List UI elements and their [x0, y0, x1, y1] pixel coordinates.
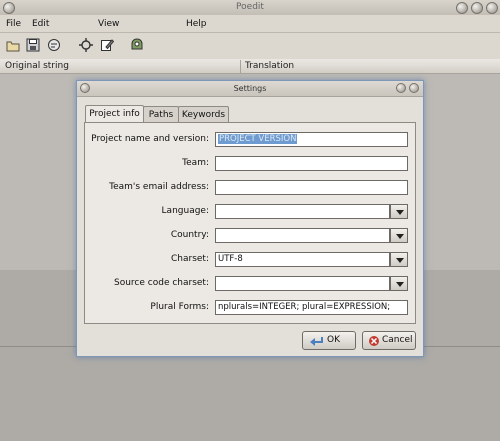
charset-dropdown-button[interactable]: [390, 252, 408, 267]
maximize-button[interactable]: [471, 2, 483, 14]
window-menu-button[interactable]: [3, 2, 15, 14]
cancel-button[interactable]: Cancel: [362, 331, 416, 350]
open-icon[interactable]: [6, 38, 20, 52]
dialog-close-button[interactable]: [409, 83, 419, 93]
country-dropdown-button[interactable]: [390, 228, 408, 243]
dialog-shade-button[interactable]: [396, 83, 406, 93]
language-combobox[interactable]: [215, 204, 390, 219]
ok-arrow-icon: [310, 337, 323, 346]
ok-button[interactable]: OK: [302, 331, 356, 350]
source-charset-label: Source code charset:: [114, 278, 209, 288]
chevron-down-icon: [396, 210, 404, 215]
country-label: Country:: [170, 230, 209, 240]
ok-label: OK: [327, 335, 340, 345]
main-window-title: Poedit: [236, 2, 264, 12]
toolbar: [0, 33, 500, 60]
cancel-label: Cancel: [382, 335, 413, 345]
chevron-down-icon: [396, 258, 404, 263]
team-label: Team:: [182, 158, 209, 168]
language-dropdown-button[interactable]: [390, 204, 408, 219]
source-charset-dropdown-button[interactable]: [390, 276, 408, 291]
charset-combobox[interactable]: UTF-8: [215, 252, 390, 267]
chevron-down-icon: [396, 282, 404, 287]
project-name-field[interactable]: PROJECT VERSION: [215, 132, 408, 147]
team-email-field[interactable]: [215, 180, 408, 195]
update-icon[interactable]: [130, 38, 144, 52]
source-charset-combobox[interactable]: [215, 276, 390, 291]
minimize-button[interactable]: [456, 2, 468, 14]
team-email-label: Team's email address:: [109, 182, 209, 192]
menu-file[interactable]: File: [6, 17, 21, 31]
project-name-label: Project name and version:: [91, 134, 209, 144]
menu-bar: [0, 15, 500, 33]
project-name-value: PROJECT VERSION: [218, 134, 298, 144]
close-button[interactable]: [486, 2, 498, 14]
validate-icon[interactable]: [79, 38, 93, 52]
edit-comment-icon[interactable]: [100, 38, 115, 52]
cancel-icon: [369, 336, 379, 346]
tab-keywords[interactable]: Keywords: [178, 106, 229, 123]
catalog-icon[interactable]: [47, 38, 61, 52]
column-original-string[interactable]: Original string: [5, 60, 69, 72]
project-info-panel: Project name and version: Team: Team's e…: [84, 122, 416, 324]
menu-help[interactable]: Help: [186, 17, 207, 31]
language-label: Language:: [161, 206, 209, 216]
save-icon[interactable]: [26, 38, 40, 52]
menu-edit[interactable]: Edit: [32, 17, 49, 31]
chevron-down-icon: [396, 234, 404, 239]
dialog-menu-button[interactable]: [80, 83, 90, 93]
tab-paths[interactable]: Paths: [143, 106, 179, 123]
column-translation[interactable]: Translation: [245, 60, 294, 72]
team-field[interactable]: [215, 156, 408, 171]
country-combobox[interactable]: [215, 228, 390, 243]
plural-forms-field[interactable]: nplurals=INTEGER; plural=EXPRESSION;: [215, 300, 408, 315]
tab-project-info[interactable]: Project info: [85, 105, 144, 123]
charset-label: Charset:: [171, 254, 209, 264]
dialog-title: Settings: [233, 84, 267, 93]
plural-forms-label: Plural Forms:: [150, 302, 209, 312]
column-divider[interactable]: [240, 60, 241, 73]
settings-dialog: Settings Project info Paths Keywords Pro…: [76, 80, 424, 357]
menu-view[interactable]: View: [98, 17, 119, 31]
